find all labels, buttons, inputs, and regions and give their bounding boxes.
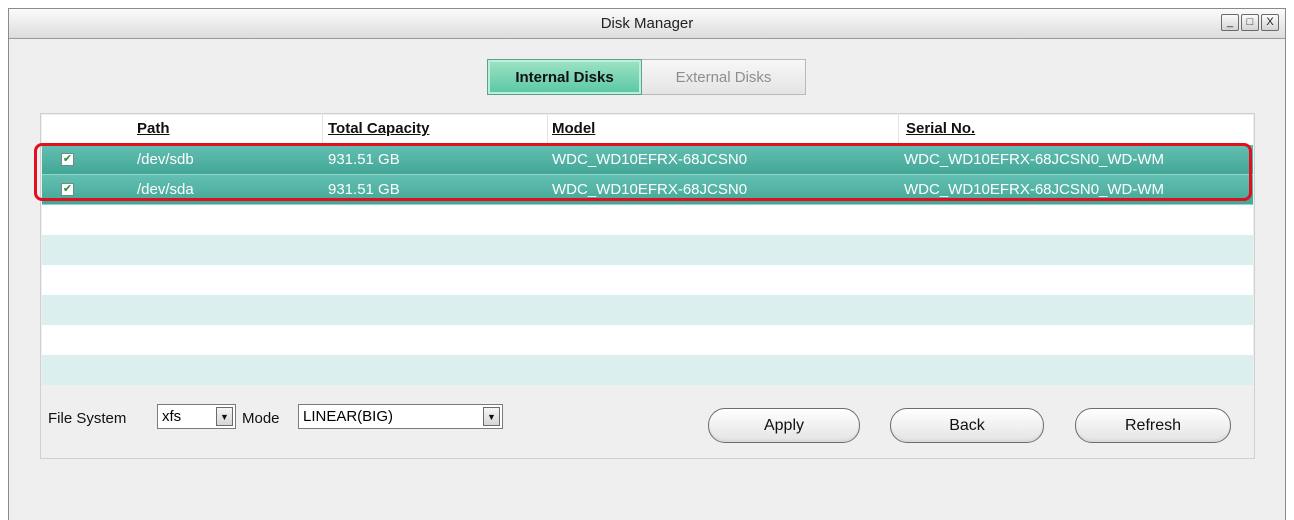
empty-row [42, 265, 1253, 295]
column-header-total-capacity[interactable]: Total Capacity [328, 120, 429, 137]
empty-row [42, 355, 1253, 385]
disk-panel: Path Total Capacity Model Serial No. ✔ /… [40, 113, 1255, 459]
file-system-label: File System [48, 410, 127, 427]
disk-tabs: Internal Disks External Disks [487, 59, 806, 95]
apply-button[interactable]: Apply [708, 408, 860, 443]
chevron-down-icon[interactable]: ▼ [216, 407, 233, 426]
file-system-select[interactable]: xfs ▼ [157, 404, 236, 429]
mode-select[interactable]: LINEAR(BIG) ▼ [298, 404, 503, 429]
model-cell: WDC_WD10EFRX-68JCSN0 [552, 151, 748, 168]
mode-label: Mode [242, 410, 280, 427]
disk-controls: File System xfs ▼ Mode LINEAR(BIG) ▼ App… [41, 397, 1256, 443]
window-title: Disk Manager [600, 15, 694, 32]
back-button[interactable]: Back [890, 408, 1044, 443]
empty-row [42, 205, 1253, 235]
minimize-button[interactable]: _ [1221, 14, 1239, 31]
title-bar[interactable]: Disk Manager _ □ X [9, 9, 1285, 39]
model-cell: WDC_WD10EFRX-68JCSN0 [552, 181, 748, 198]
file-system-value: xfs [162, 408, 182, 425]
column-header-serial-no[interactable]: Serial No. [906, 120, 975, 137]
row-checkbox[interactable]: ✔ [61, 183, 74, 196]
serial-cell: WDC_WD10EFRX-68JCSN0_WD-WM [904, 151, 1165, 168]
serial-cell: WDC_WD10EFRX-68JCSN0_WD-WM [904, 181, 1165, 198]
path-cell: /dev/sda [137, 181, 194, 198]
column-divider [547, 115, 548, 143]
row-checkbox[interactable]: ✔ [61, 153, 74, 166]
column-header-path[interactable]: Path [137, 120, 170, 137]
table-row[interactable]: ✔ /dev/sda 931.51 GB WDC_WD10EFRX-68JCSN… [42, 175, 1253, 205]
close-button[interactable]: X [1261, 14, 1279, 31]
table-header: Path Total Capacity Model Serial No. [42, 115, 1253, 143]
mode-value: LINEAR(BIG) [303, 408, 394, 425]
empty-row [42, 325, 1253, 355]
maximize-button[interactable]: □ [1241, 14, 1259, 31]
capacity-cell: 931.51 GB [328, 181, 400, 198]
column-divider [322, 115, 323, 143]
table-row[interactable]: ✔ /dev/sdb 931.51 GB WDC_WD10EFRX-68JCSN… [42, 145, 1253, 175]
capacity-cell: 931.51 GB [328, 151, 400, 168]
chevron-down-icon[interactable]: ▼ [483, 407, 500, 426]
tab-internal-disks[interactable]: Internal Disks [487, 59, 642, 95]
empty-row [42, 235, 1253, 265]
disk-manager-window: Disk Manager _ □ X Internal Disks Extern… [8, 8, 1286, 520]
column-header-model[interactable]: Model [552, 120, 595, 137]
empty-row [42, 295, 1253, 325]
window-controls: _ □ X [1221, 14, 1279, 31]
tab-external-disks[interactable]: External Disks [642, 59, 806, 95]
column-divider [898, 115, 899, 143]
refresh-button[interactable]: Refresh [1075, 408, 1231, 443]
disk-table: Path Total Capacity Model Serial No. ✔ /… [42, 115, 1253, 385]
path-cell: /dev/sdb [137, 151, 194, 168]
